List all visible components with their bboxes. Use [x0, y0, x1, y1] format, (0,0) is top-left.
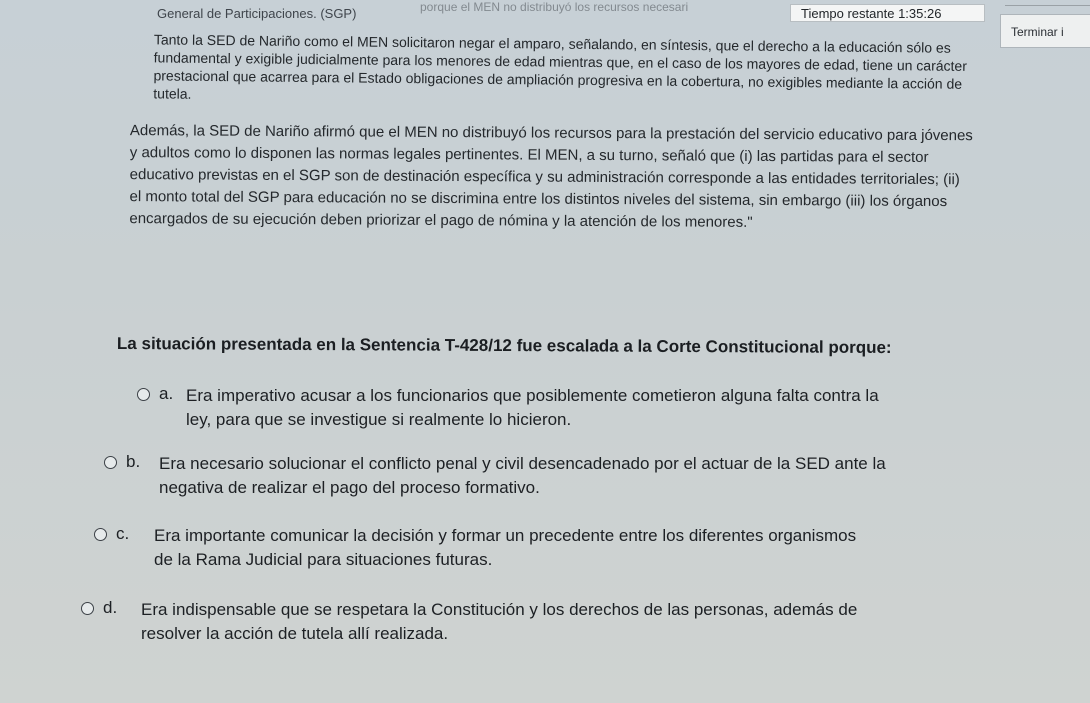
passage-paragraph-1: Tanto la SED de Nariño como el MEN solic… — [153, 31, 968, 102]
option-letter-a: a. — [159, 384, 174, 403]
top-bar: porque el MEN no distribuyó los recursos… — [0, 0, 1090, 48]
faded-header-text: porque el MEN no distribuyó los recursos… — [420, 0, 689, 14]
option-text-b: Era necesario solucionar el conflicto pe… — [159, 452, 1049, 500]
question-stem: La situación presentada en la Sentencia … — [116, 334, 892, 358]
exam-page: porque el MEN no distribuyó los recursos… — [0, 0, 1090, 703]
timer-label: Tiempo restante — [801, 6, 895, 21]
reading-passage: Tanto la SED de Nariño como el MEN solic… — [118, 30, 978, 231]
option-text-a: Era imperativo acusar a los funcionarios… — [186, 384, 1016, 432]
option-letter-b: b. — [126, 452, 141, 471]
option-b-line-2: negativa de realizar el pago del proceso… — [159, 478, 540, 497]
option-b-line-1: Era necesario solucionar el conflicto pe… — [159, 454, 886, 473]
radio-button-b[interactable] — [104, 456, 117, 469]
option-c-line-1: Era importante comunicar la decisión y f… — [154, 526, 857, 545]
header-divider — [1005, 5, 1090, 12]
passage-paragraph-2: Además, la SED de Nariño afirmó que el M… — [129, 122, 973, 231]
option-text-c: Era importante comunicar la decisión y f… — [154, 524, 1084, 572]
timer-value: 1:35:26 — [898, 6, 942, 21]
option-a-line-1: Era imperativo acusar a los funcionarios… — [186, 386, 879, 405]
radio-button-d[interactable] — [81, 602, 94, 615]
option-text-d: Era indispensable que se respetara la Co… — [141, 598, 1090, 646]
context-label: General de Participaciones. (SGP) — [157, 6, 357, 21]
option-d-line-1: Era indispensable que se respetara la Co… — [141, 600, 858, 619]
timer-box: Tiempo restante 1:35:26 — [790, 4, 985, 22]
option-a-line-2: ley, para que se investigue si realmente… — [186, 410, 572, 429]
option-letter-d: d. — [103, 598, 118, 617]
option-letter-c: c. — [116, 524, 130, 543]
radio-button-c[interactable] — [94, 528, 107, 541]
option-c-line-2: de la Rama Judicial para situaciones fut… — [154, 550, 493, 569]
option-d-line-2: resolver la acción de tutela allí realiz… — [141, 624, 449, 643]
radio-button-a[interactable] — [137, 388, 150, 401]
finish-attempt-button[interactable]: Terminar i — [1000, 14, 1090, 48]
